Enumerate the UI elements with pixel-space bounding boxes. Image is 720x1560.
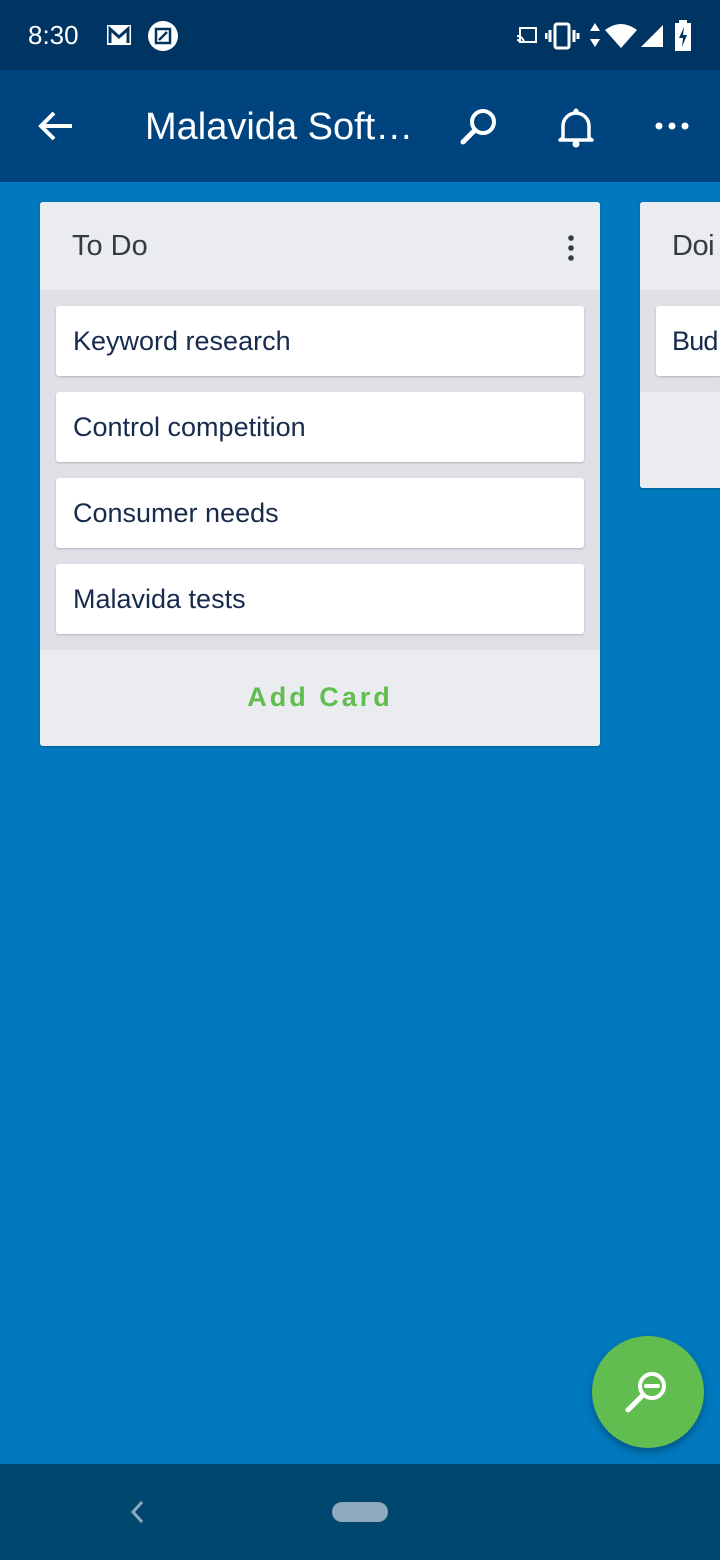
card[interactable]: Malavida tests	[56, 564, 584, 634]
zoom-out-icon	[625, 1372, 666, 1413]
list-title[interactable]: To Do	[72, 230, 148, 263]
navigation-bar	[0, 1464, 720, 1560]
more-horizontal-icon[interactable]	[654, 120, 690, 132]
zoom-out-button[interactable]	[592, 1336, 704, 1448]
wifi-icon	[605, 24, 637, 48]
gmail-icon	[107, 25, 131, 45]
search-icon[interactable]	[458, 106, 500, 148]
list-header: Doi	[640, 202, 720, 290]
signal-icon	[641, 25, 663, 47]
list-to-do: To Do Keyword research Control competiti…	[40, 202, 600, 746]
add-card-area[interactable]: Add Card	[40, 650, 600, 746]
card[interactable]: Keyword research	[56, 306, 584, 376]
card[interactable]: Control competition	[56, 392, 584, 462]
vibrate-icon	[545, 22, 580, 50]
nav-back-icon[interactable]	[130, 1500, 146, 1524]
card[interactable]: Bud	[656, 306, 720, 376]
add-card-button[interactable]: Add Card	[40, 682, 600, 713]
add-card-area[interactable]	[640, 392, 720, 488]
list-header: To Do	[40, 202, 600, 290]
list-title[interactable]: Doi	[672, 230, 715, 263]
more-vertical-icon[interactable]	[566, 234, 576, 262]
board-title: Malavida Soft…	[145, 106, 414, 148]
status-time: 8:30	[28, 20, 79, 50]
list-doing: Doi Bud	[640, 202, 720, 488]
card[interactable]: Consumer needs	[56, 478, 584, 548]
cast-icon	[516, 27, 537, 44]
home-pill[interactable]	[332, 1502, 388, 1522]
screenshot-edit-icon	[148, 21, 178, 51]
status-bar: 8:30	[0, 0, 720, 70]
battery-charging-icon	[675, 20, 691, 51]
app-bar: Malavida Soft…	[0, 70, 720, 182]
data-arrows-icon	[590, 23, 600, 47]
back-arrow-icon[interactable]	[38, 110, 74, 142]
bell-icon[interactable]	[555, 106, 597, 148]
